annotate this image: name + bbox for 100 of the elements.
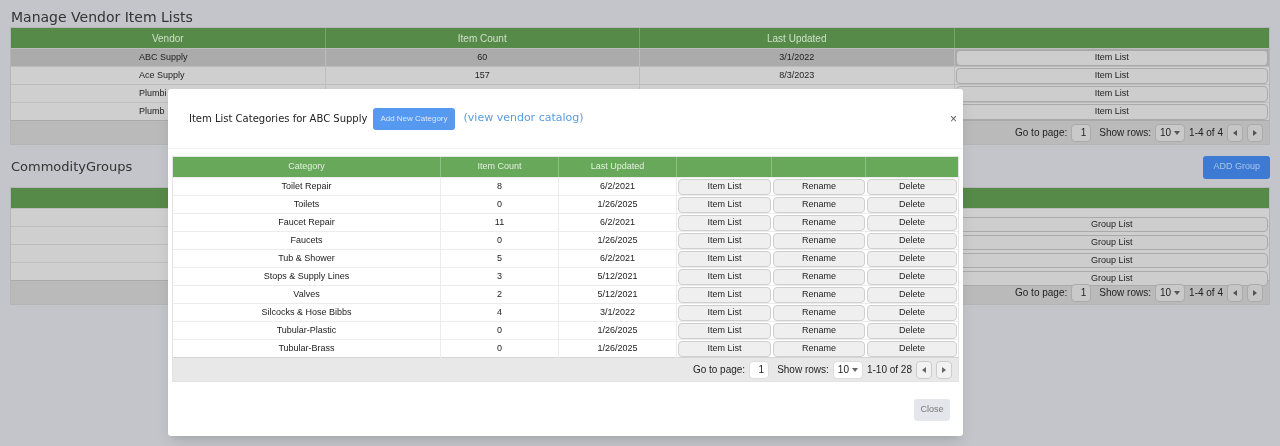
row-action-button[interactable]: Delete xyxy=(867,305,957,321)
rows-select[interactable]: 10 xyxy=(832,360,863,379)
table-cell-text: Toilets xyxy=(293,198,320,211)
row-action-button[interactable]: Delete xyxy=(867,287,957,303)
row-action-button[interactable]: Delete xyxy=(867,215,957,231)
table-cell-text: Valves xyxy=(293,288,320,301)
left-triangle-icon xyxy=(1233,289,1237,296)
item-list-button[interactable]: Item List xyxy=(955,68,1268,84)
row-action-button[interactable]: Delete xyxy=(867,197,957,213)
row-action-button[interactable]: Item List xyxy=(678,341,771,357)
next-page-button[interactable] xyxy=(1247,123,1263,142)
row-action-button[interactable]: Delete xyxy=(867,323,957,339)
table-cell-text: 6/2/2021 xyxy=(599,180,635,193)
table-cell-text: 1/26/2025 xyxy=(597,234,638,247)
table-cell-text: 0 xyxy=(497,342,502,355)
right-triangle-icon xyxy=(1253,129,1257,136)
row-action-button[interactable]: Rename xyxy=(773,251,865,267)
table-cell-text: Tubular-Plastic xyxy=(276,324,337,337)
left-triangle-icon xyxy=(922,366,926,373)
item-list-button[interactable]: Item List xyxy=(955,86,1268,102)
column-header: Category xyxy=(173,157,441,177)
row-action-button[interactable]: Item List xyxy=(678,197,771,213)
table-cell-text: 1/26/2025 xyxy=(597,342,638,355)
previous-page-button[interactable] xyxy=(1227,123,1243,142)
caret-icon xyxy=(1174,130,1181,135)
row-action-button[interactable]: Rename xyxy=(773,179,865,195)
close-button[interactable]: Close xyxy=(914,399,950,421)
row-action-button[interactable]: Item List xyxy=(678,233,771,249)
row-action-button[interactable]: Delete xyxy=(867,179,957,195)
table-cell-text: 2 xyxy=(497,288,502,301)
table-cell-text: Faucet Repair xyxy=(278,216,335,229)
table-cell-text: Silcocks & Hose Bibbs xyxy=(261,306,352,319)
table-row[interactable]: Ace Supply 157 8/3/2023 Item List xyxy=(11,66,1269,84)
page-range: 1-10 of 28 xyxy=(866,363,912,377)
table-cell-text: 3 xyxy=(497,270,502,283)
row-action-button[interactable]: Item List xyxy=(678,269,771,285)
column-header: Item Count xyxy=(441,157,559,177)
table-cell-text: Faucets xyxy=(290,234,323,247)
row-action-button[interactable]: Rename xyxy=(773,197,865,213)
table-cell-text: 11 xyxy=(494,216,505,229)
row-action-button[interactable]: Rename xyxy=(773,269,865,285)
table-cell-text: 3/1/2022 xyxy=(599,306,635,319)
table-cell-text: 8 xyxy=(497,180,502,193)
table-cell-text: ABC Supply xyxy=(139,51,188,64)
table-cell-text: 5/12/2021 xyxy=(597,270,638,283)
row-action-button[interactable]: Rename xyxy=(773,215,865,231)
page-title: Manage Vendor Item Lists xyxy=(10,8,194,26)
show-rows-label: Show rows: xyxy=(1099,286,1151,300)
caret-icon xyxy=(1174,290,1181,295)
table-cell-text: 1/26/2025 xyxy=(597,324,638,337)
show-rows-label: Show rows: xyxy=(1099,126,1151,140)
right-triangle-icon xyxy=(942,366,946,373)
table-cell-text: 3/1/2022 xyxy=(779,51,815,64)
table-cell-text: Tubular-Brass xyxy=(278,342,335,355)
row-action-button[interactable]: Item List xyxy=(678,287,771,303)
page-range: 1-4 of 4 xyxy=(1189,286,1223,300)
row-action-button[interactable]: Rename xyxy=(773,287,865,303)
section-title: CommodityGroups xyxy=(10,158,133,177)
go-to-page-label: Go to page: xyxy=(1015,286,1068,300)
row-action-button[interactable]: Delete xyxy=(867,233,957,249)
row-action-button[interactable]: Rename xyxy=(773,341,865,357)
row-action-button[interactable]: Delete xyxy=(867,341,957,357)
table-cell-text: 0 xyxy=(497,324,502,337)
table-cell-text: 6/2/2021 xyxy=(599,216,635,229)
table-cell-text: Ace Supply xyxy=(139,69,185,82)
column-header: Last Updated xyxy=(559,157,677,177)
row-action-button[interactable]: Item List xyxy=(678,215,771,231)
table-cell-text: Toilet Repair xyxy=(281,180,332,193)
row-action-button[interactable]: Item List xyxy=(678,305,771,321)
table-cell-text: 60 xyxy=(477,51,488,64)
table-cell-text: 0 xyxy=(497,198,502,211)
item-list-button[interactable]: Item List xyxy=(955,50,1268,66)
table-cell-text: 0 xyxy=(497,234,502,247)
table-row[interactable]: ABC Supply 60 3/1/2022 Item List xyxy=(11,48,1269,66)
row-action-button[interactable]: Rename xyxy=(773,305,865,321)
page-input[interactable]: 1 xyxy=(749,360,770,379)
previous-page-button[interactable] xyxy=(916,360,932,379)
row-action-button[interactable]: Delete xyxy=(867,251,957,267)
page-input[interactable]: 1 xyxy=(1071,123,1092,142)
table-cell-text: 6/2/2021 xyxy=(599,252,635,265)
table-cell-text: 1/26/2025 xyxy=(597,198,638,211)
caret-icon xyxy=(851,367,858,372)
right-triangle-icon xyxy=(1253,289,1257,296)
row-action-button[interactable]: Item List xyxy=(678,251,771,267)
table-cell-text: Plumb xyxy=(139,105,165,118)
go-to-page-label: Go to page: xyxy=(692,363,746,377)
row-action-button[interactable]: Item List xyxy=(678,179,771,195)
row-action-button[interactable]: Rename xyxy=(773,233,865,249)
row-action-button[interactable]: Delete xyxy=(867,269,957,285)
page-range: 1-4 of 4 xyxy=(1189,126,1223,140)
left-triangle-icon xyxy=(1233,129,1237,136)
table-cell-text: Plumbi xyxy=(139,87,167,100)
go-to-page-label: Go to page: xyxy=(1015,126,1068,140)
row-action-button[interactable]: Item List xyxy=(678,323,771,339)
table-cell-text: Tub & Shower xyxy=(278,252,335,265)
rows-select[interactable]: 10 xyxy=(1154,123,1186,142)
next-page-button[interactable] xyxy=(936,360,952,379)
table-cell-text: 4 xyxy=(497,306,502,319)
modal-title: Item List Categories for ABC Supply xyxy=(189,112,368,126)
row-action-button[interactable]: Rename xyxy=(773,323,865,339)
